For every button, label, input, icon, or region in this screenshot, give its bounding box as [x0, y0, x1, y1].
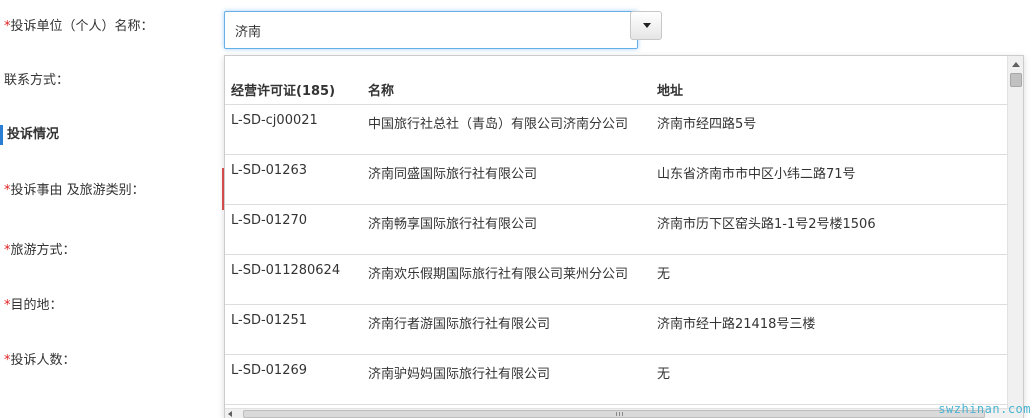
table-header: 经营许可证(185) 名称 地址 [225, 56, 1007, 105]
license-cell: L-SD-01251 [231, 313, 308, 328]
name-cell: 济南驴妈妈国际旅行社有限公司 [368, 367, 551, 382]
grip-icon [616, 412, 623, 416]
contact-label: 联系方式： [4, 73, 70, 88]
caret-down-icon [643, 23, 651, 28]
name-cell: 中国旅行社总社（青岛）有限公司济南分公司 [368, 117, 629, 132]
complaint-unit-label: *投诉单位（个人）名称： [4, 19, 154, 34]
reason-label: *投诉事由 及旅游类别： [4, 183, 145, 198]
arrow-left-icon[interactable] [228, 411, 232, 417]
table-row[interactable]: L-SD-01263 济南同盛国际旅行社有限公司 山东省济南市市中区小纬二路71… [225, 155, 1007, 205]
license-cell: L-SD-01270 [231, 213, 308, 228]
arrow-up-icon[interactable] [1012, 62, 1020, 67]
complaint-unit-input[interactable] [224, 11, 638, 49]
address-cell: 山东省济南市市中区小纬二路71号 [657, 167, 856, 182]
address-cell: 济南市历下区窑头路1-1号2号楼1506 [657, 217, 876, 232]
address-cell: 济南市经四路5号 [657, 117, 757, 132]
address-cell: 无 [657, 267, 671, 282]
column-header-address: 地址 [657, 84, 684, 99]
vertical-scrollbar[interactable] [1007, 56, 1023, 408]
travel-mode-label: *旅游方式： [4, 243, 76, 258]
column-header-license: 经营许可证(185) [231, 84, 336, 99]
agency-table: 经营许可证(185) 名称 地址 L-SD-cj00021 中国旅行社总社（青岛… [225, 56, 1007, 405]
license-cell: L-SD-01269 [231, 363, 308, 378]
destination-label: *目的地： [4, 298, 63, 313]
column-header-name: 名称 [368, 84, 395, 99]
license-cell: L-SD-cj00021 [231, 113, 318, 128]
name-cell: 济南欢乐假期国际旅行社有限公司莱州分公司 [368, 267, 629, 282]
table-row[interactable]: L-SD-01270 济南畅享国际旅行社有限公司 济南市历下区窑头路1-1号2号… [225, 205, 1007, 255]
horizontal-scroll-thumb[interactable] [243, 410, 985, 418]
section-title-complaint-info: 投诉情况 [0, 125, 59, 145]
watermark: swzhinan.com [938, 402, 1031, 416]
vertical-scroll-thumb[interactable] [1010, 73, 1022, 87]
name-cell: 济南畅享国际旅行社有限公司 [368, 217, 538, 232]
table-row[interactable]: L-SD-cj00021 中国旅行社总社（青岛）有限公司济南分公司 济南市经四路… [225, 105, 1007, 155]
table-row[interactable]: L-SD-01251 济南行者游国际旅行社有限公司 济南市经十路21418号三楼 [225, 305, 1007, 355]
name-cell: 济南同盛国际旅行社有限公司 [368, 167, 538, 182]
address-cell: 无 [657, 367, 671, 382]
horizontal-scrollbar[interactable] [225, 408, 1023, 418]
agency-dropdown[interactable]: 经营许可证(185) 名称 地址 L-SD-cj00021 中国旅行社总社（青岛… [224, 55, 1024, 418]
dropdown-toggle-button[interactable] [630, 11, 662, 40]
table-row[interactable]: L-SD-011280624 济南欢乐假期国际旅行社有限公司莱州分公司 无 [225, 255, 1007, 305]
name-cell: 济南行者游国际旅行社有限公司 [368, 317, 551, 332]
license-cell: L-SD-01263 [231, 163, 308, 178]
address-cell: 济南市经十路21418号三楼 [657, 317, 816, 332]
license-cell: L-SD-011280624 [231, 263, 341, 278]
people-count-label: *投诉人数： [4, 353, 76, 368]
table-row[interactable]: L-SD-01269 济南驴妈妈国际旅行社有限公司 无 [225, 355, 1007, 405]
